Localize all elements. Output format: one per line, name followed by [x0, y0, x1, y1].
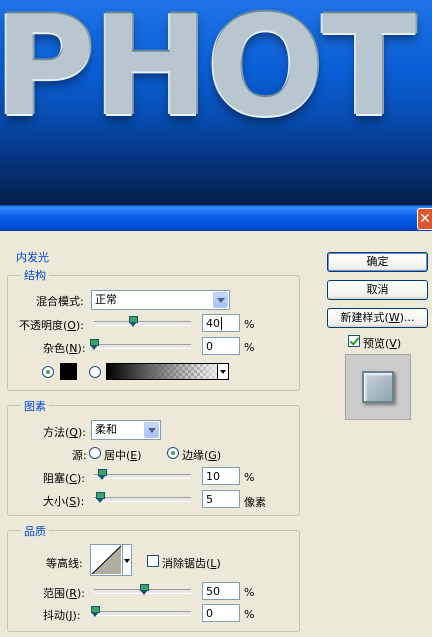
jitter-label: 抖动(J): — [43, 609, 81, 622]
section-title: 内发光 — [16, 251, 49, 264]
preview-banner: PHOT — [0, 0, 432, 205]
jitter-slider-thumb[interactable] — [91, 606, 100, 617]
style-preview-swatch — [362, 371, 394, 403]
contour-curve-icon — [91, 545, 122, 575]
choke-unit: % — [244, 471, 255, 484]
choke-input[interactable]: 10 — [202, 467, 240, 485]
choke-label: 阻塞(C): — [43, 472, 85, 485]
dialog-titlebar: ✕ — [0, 205, 432, 231]
blend-mode-label: 混合模式: — [36, 295, 84, 308]
quality-legend: 品质 — [21, 523, 49, 539]
noise-unit: % — [244, 341, 255, 354]
source-label: 源: — [72, 449, 87, 462]
contour-picker[interactable] — [90, 544, 123, 576]
antialias-checkbox[interactable] — [147, 555, 159, 567]
cancel-button[interactable]: 取消 — [327, 280, 428, 300]
size-slider-track[interactable] — [94, 497, 191, 502]
opacity-input[interactable]: 40 — [202, 314, 240, 332]
jitter-unit: % — [244, 608, 255, 621]
range-unit: % — [244, 586, 255, 599]
chevron-down-icon[interactable] — [213, 292, 228, 308]
noise-slider-thumb[interactable] — [90, 339, 99, 350]
contour-dropdown-icon[interactable] — [123, 544, 132, 576]
edge-label[interactable]: 边缘(G) — [182, 447, 221, 463]
size-label: 大小(S): — [43, 495, 85, 508]
opacity-unit: % — [244, 318, 255, 331]
gradient-picker[interactable] — [106, 363, 229, 380]
range-input[interactable]: 50 — [202, 582, 240, 600]
preview-label[interactable]: 预览(V) — [363, 335, 401, 351]
style-preview-thumbnail — [345, 354, 411, 420]
noise-label: 杂色(N): — [43, 342, 86, 355]
preview-text: PHOT — [0, 0, 416, 147]
jitter-slider-track[interactable] — [94, 611, 191, 616]
structure-legend: 结构 — [21, 267, 49, 283]
blend-mode-value: 正常 — [95, 293, 117, 306]
noise-input[interactable]: 0 — [202, 337, 240, 355]
range-slider-thumb[interactable] — [140, 584, 149, 595]
gradient-dropdown-icon[interactable] — [217, 364, 228, 379]
opacity-slider-thumb[interactable] — [128, 316, 138, 327]
ok-button[interactable]: 确定 — [327, 252, 428, 272]
chevron-down-icon[interactable] — [144, 422, 159, 438]
opacity-label: 不透明度(O): — [19, 319, 84, 332]
size-input[interactable]: 5 — [202, 490, 240, 508]
preview-checkbox[interactable] — [348, 335, 360, 347]
method-label: 方法(Q): — [43, 426, 86, 439]
edge-radio[interactable] — [167, 447, 179, 459]
center-label[interactable]: 居中(E) — [104, 447, 142, 463]
size-unit: 像素 — [244, 496, 266, 509]
new-style-button[interactable]: 新建样式(W)... — [327, 308, 428, 328]
solid-color-radio[interactable] — [42, 366, 54, 378]
method-select[interactable]: 柔和 — [91, 420, 161, 440]
jitter-input[interactable]: 0 — [202, 604, 240, 622]
method-value: 柔和 — [95, 423, 117, 436]
gradient-radio[interactable] — [89, 366, 101, 378]
glow-color-swatch[interactable] — [60, 363, 77, 380]
range-label: 范围(R): — [43, 587, 85, 600]
blend-mode-select[interactable]: 正常 — [91, 290, 230, 310]
choke-slider-thumb[interactable] — [98, 469, 107, 480]
close-icon[interactable]: ✕ — [417, 208, 432, 230]
choke-slider-track[interactable] — [94, 474, 191, 479]
center-radio[interactable] — [89, 447, 101, 459]
elements-legend: 图素 — [21, 398, 49, 414]
antialias-label[interactable]: 消除锯齿(L) — [162, 555, 221, 571]
contour-label: 等高线: — [46, 557, 83, 570]
opacity-slider-track[interactable] — [94, 321, 191, 326]
size-slider-thumb[interactable] — [96, 492, 105, 503]
noise-slider-track[interactable] — [94, 344, 191, 349]
